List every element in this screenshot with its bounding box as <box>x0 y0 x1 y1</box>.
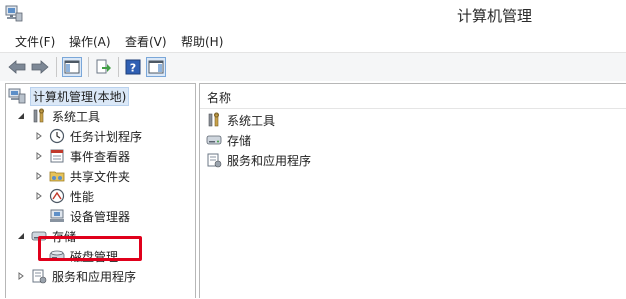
tree-node-device-manager[interactable]: 设备管理器 <box>48 206 130 226</box>
menu-help[interactable]: 帮助(H) <box>181 33 223 50</box>
export-list-icon[interactable] <box>93 57 113 77</box>
tree-node-services-applications[interactable]: 服务和应用程序 <box>16 266 136 286</box>
list-item-storage[interactable]: 存储 <box>205 131 251 149</box>
tree-node-system-tools[interactable]: 系统工具 <box>16 106 100 126</box>
toolbar-separator <box>118 57 119 77</box>
forward-arrow-icon[interactable] <box>30 57 50 77</box>
expand-triangle-icon[interactable] <box>34 191 44 201</box>
toolbar: ? <box>0 52 626 82</box>
menu-view[interactable]: 查看(V) <box>125 33 167 50</box>
storage-icon <box>205 132 223 148</box>
system-tools-icon <box>30 108 48 124</box>
services-apps-icon <box>205 152 223 168</box>
system-tools-icon <box>205 112 223 128</box>
show-hide-action-pane-icon[interactable] <box>146 57 166 77</box>
tree-node-shared-folders[interactable]: 共享文件夹 <box>34 166 130 186</box>
tree-node-label: 服务和应用程序 <box>52 269 137 284</box>
list-item-label: 存储 <box>227 133 252 148</box>
console-tree-pane: 计算机管理(本地) 系统工具 任务计划程序 事件查看器 共享文件夹 性能 设备管… <box>5 83 196 298</box>
list-item-system-tools[interactable]: 系统工具 <box>205 111 275 129</box>
collapse-triangle-icon[interactable] <box>16 111 26 121</box>
tree-node-label: 共享文件夹 <box>70 169 131 184</box>
menu-bar: 文件(F) 操作(A) 查看(V) 帮助(H) <box>0 30 626 52</box>
list-item-label: 系统工具 <box>227 113 276 128</box>
shared-folders-icon <box>48 168 66 184</box>
tree-node-performance[interactable]: 性能 <box>34 186 94 206</box>
expand-triangle-icon[interactable] <box>34 151 44 161</box>
tree-node-label: 性能 <box>70 189 95 204</box>
expand-triangle-icon[interactable] <box>34 171 44 181</box>
expand-triangle-icon[interactable] <box>16 271 26 281</box>
list-header: 名称 <box>200 84 626 109</box>
toolbar-separator <box>56 57 57 77</box>
back-arrow-icon[interactable] <box>7 57 27 77</box>
main-content: 计算机管理(本地) 系统工具 任务计划程序 事件查看器 共享文件夹 性能 设备管… <box>0 81 626 299</box>
computer-management-app-icon[interactable] <box>4 5 24 23</box>
tree-node-label: 系统工具 <box>52 109 101 124</box>
tree-node-label: 设备管理器 <box>70 209 131 224</box>
tree-node-computer-management[interactable]: 计算机管理(本地) <box>8 86 130 106</box>
tree-node-label: 任务计划程序 <box>70 129 143 144</box>
column-header-name[interactable]: 名称 <box>207 89 231 106</box>
tree-node-event-viewer[interactable]: 事件查看器 <box>34 146 130 166</box>
task-scheduler-icon <box>48 128 66 144</box>
show-hide-console-tree-icon[interactable] <box>62 57 82 77</box>
disk-management-highlight-box <box>38 236 142 261</box>
tree-node-task-scheduler[interactable]: 任务计划程序 <box>34 126 142 146</box>
toolbar-separator <box>88 57 89 77</box>
list-item-label: 服务和应用程序 <box>227 153 312 168</box>
details-list-pane: 名称 系统工具 存储 服务和应用程序 <box>199 83 626 298</box>
window-title: 计算机管理 <box>457 7 533 25</box>
event-viewer-icon <box>48 148 66 164</box>
menu-file[interactable]: 文件(F) <box>15 33 55 50</box>
list-item-services-applications[interactable]: 服务和应用程序 <box>205 151 311 169</box>
tree-node-label: 计算机管理(本地) <box>30 86 130 106</box>
svg-text:?: ? <box>130 62 136 75</box>
title-bar: 计算机管理 <box>0 0 626 30</box>
performance-icon <box>48 188 66 204</box>
computer-management-icon <box>8 88 26 104</box>
services-apps-icon <box>30 268 48 284</box>
expand-triangle-icon[interactable] <box>34 131 44 141</box>
help-icon[interactable]: ? <box>123 57 143 77</box>
collapse-triangle-icon[interactable] <box>16 231 26 241</box>
menu-action[interactable]: 操作(A) <box>69 33 111 50</box>
tree-node-label: 事件查看器 <box>70 149 131 164</box>
device-manager-icon <box>48 208 66 224</box>
